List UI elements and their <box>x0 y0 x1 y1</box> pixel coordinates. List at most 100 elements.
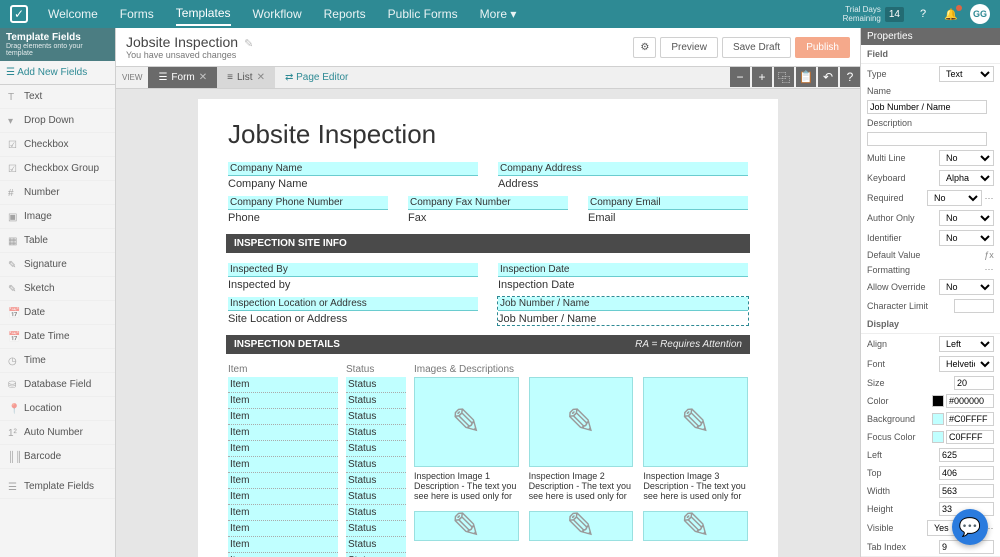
multiline-select[interactable]: No <box>939 150 994 166</box>
inspection-image-6[interactable] <box>643 511 748 541</box>
preview-button[interactable]: Preview <box>660 37 718 58</box>
undo-button[interactable]: ↶ <box>818 67 838 87</box>
field-checkbox-group[interactable]: ☑Checkbox Group <box>0 157 115 181</box>
type-select[interactable]: Text <box>939 66 994 82</box>
edit-title-icon[interactable]: ✎ <box>244 38 253 50</box>
page-editor-link[interactable]: Page Editor <box>285 72 348 83</box>
item-cell[interactable]: Item <box>228 473 338 489</box>
field-dropdown[interactable]: ▾Drop Down <box>0 109 115 133</box>
save-draft-button[interactable]: Save Draft <box>722 37 791 58</box>
field-signature[interactable]: ✎Signature <box>0 253 115 277</box>
field-table[interactable]: ▦Table <box>0 229 115 253</box>
publish-button[interactable]: Publish <box>795 37 850 58</box>
item-cell[interactable]: Item <box>228 505 338 521</box>
inspection-image-2[interactable]: Inspection Image 2Description - The text… <box>529 377 634 501</box>
nav-workflow[interactable]: Workflow <box>253 3 302 25</box>
focus-swatch[interactable] <box>932 431 944 443</box>
bg-input[interactable] <box>946 412 994 426</box>
fax-field[interactable]: Company Fax NumberFax <box>408 196 568 224</box>
field-datetime[interactable]: 📅Date Time <box>0 325 115 349</box>
description-input[interactable] <box>867 132 987 146</box>
color-swatch[interactable] <box>932 395 944 407</box>
nav-reports[interactable]: Reports <box>324 3 366 25</box>
inspection-image-5[interactable] <box>529 511 634 541</box>
form-canvas[interactable]: Jobsite Inspection Company NameCompany N… <box>116 89 860 557</box>
field-number[interactable]: #Number <box>0 181 115 205</box>
inspection-image-4[interactable] <box>414 511 519 541</box>
status-cell[interactable]: Status <box>346 393 406 409</box>
phone-field[interactable]: Company Phone NumberPhone <box>228 196 388 224</box>
company-name-field[interactable]: Company NameCompany Name <box>228 162 478 190</box>
status-cell[interactable]: Status <box>346 473 406 489</box>
field-text[interactable]: TText <box>0 85 115 109</box>
zoom-out-button[interactable]: − <box>730 67 750 87</box>
item-cell[interactable]: Item <box>228 393 338 409</box>
help-icon[interactable]: ? <box>914 5 932 23</box>
avatar[interactable]: GG <box>970 4 990 24</box>
keyboard-select[interactable]: Alpha <box>939 170 994 186</box>
field-image[interactable]: ▣Image <box>0 205 115 229</box>
status-cell[interactable]: Status <box>346 441 406 457</box>
item-cell[interactable]: Item <box>228 521 338 537</box>
status-cell[interactable]: Status <box>346 553 406 557</box>
job-number-field[interactable]: Job Number / NameJob Number / Name <box>498 297 748 325</box>
tab-list[interactable]: ≡List✕ <box>217 67 275 88</box>
paste-button[interactable]: 📋 <box>796 67 816 87</box>
item-cell[interactable]: Item <box>228 537 338 553</box>
more-icon[interactable]: ⋯ <box>984 264 994 275</box>
name-input[interactable] <box>867 100 987 114</box>
field-sketch[interactable]: ✎Sketch <box>0 277 115 301</box>
top-input[interactable] <box>939 466 994 480</box>
item-cell[interactable]: Item <box>228 457 338 473</box>
inspection-image-1[interactable]: Inspection Image 1Description - The text… <box>414 377 519 501</box>
help-tool-button[interactable]: ? <box>840 67 860 87</box>
status-cell[interactable]: Status <box>346 537 406 553</box>
app-logo[interactable] <box>10 5 28 23</box>
required-select[interactable]: No <box>927 190 982 206</box>
status-cell[interactable]: Status <box>346 521 406 537</box>
tab-form[interactable]: ☰Form✕ <box>148 67 217 88</box>
field-barcode[interactable]: ║║Barcode <box>0 445 115 469</box>
field-autonumber[interactable]: 1²Auto Number <box>0 421 115 445</box>
identifier-select[interactable]: No <box>939 230 994 246</box>
template-fields-footer[interactable]: ☰Template Fields <box>0 475 115 499</box>
field-checkbox[interactable]: ☑Checkbox <box>0 133 115 157</box>
field-database[interactable]: ⛁Database Field <box>0 373 115 397</box>
field-time[interactable]: ◷Time <box>0 349 115 373</box>
status-cell[interactable]: Status <box>346 489 406 505</box>
status-cell[interactable]: Status <box>346 457 406 473</box>
copy-button[interactable]: ⿻ <box>774 67 794 87</box>
settings-button[interactable]: ⚙ <box>633 37 656 58</box>
email-field[interactable]: Company EmailEmail <box>588 196 748 224</box>
bg-swatch[interactable] <box>932 413 944 425</box>
field-location[interactable]: 📍Location <box>0 397 115 421</box>
add-new-fields[interactable]: Add New Fields <box>0 61 115 85</box>
status-cell[interactable]: Status <box>346 505 406 521</box>
align-select[interactable]: Left <box>939 336 994 352</box>
inspected-by-field[interactable]: Inspected ByInspected by <box>228 263 478 291</box>
authoronly-select[interactable]: No <box>939 210 994 226</box>
chat-bubble-icon[interactable]: 💬 <box>952 509 988 545</box>
nav-forms[interactable]: Forms <box>120 3 154 25</box>
nav-templates[interactable]: Templates <box>176 2 231 26</box>
inspection-image-3[interactable]: Inspection Image 3Description - The text… <box>643 377 748 501</box>
field-date[interactable]: 📅Date <box>0 301 115 325</box>
focus-input[interactable] <box>946 430 994 444</box>
status-cell[interactable]: Status <box>346 377 406 393</box>
company-address-field[interactable]: Company AddressAddress <box>498 162 748 190</box>
item-cell[interactable]: Item <box>228 441 338 457</box>
status-cell[interactable]: Status <box>346 409 406 425</box>
override-select[interactable]: No <box>939 279 994 295</box>
nav-welcome[interactable]: Welcome <box>48 3 98 25</box>
charlimit-input[interactable] <box>954 299 994 313</box>
width-input[interactable] <box>939 484 994 498</box>
color-input[interactable] <box>946 394 994 408</box>
location-field[interactable]: Inspection Location or AddressSite Locat… <box>228 297 478 325</box>
left-input[interactable] <box>939 448 994 462</box>
inspection-date-field[interactable]: Inspection DateInspection Date <box>498 263 748 291</box>
formula-icon[interactable]: ƒx <box>984 250 994 260</box>
font-select[interactable]: Helvetica <box>939 356 994 372</box>
nav-publicforms[interactable]: Public Forms <box>388 3 458 25</box>
status-cell[interactable]: Status <box>346 425 406 441</box>
item-cell[interactable]: Item <box>228 489 338 505</box>
